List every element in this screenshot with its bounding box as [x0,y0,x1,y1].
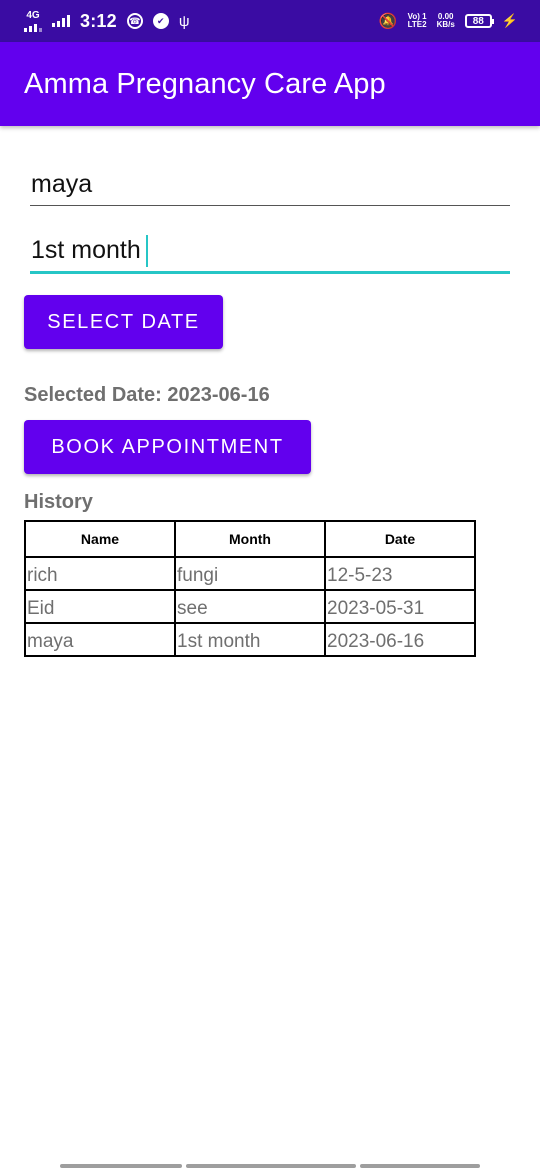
select-date-label: SELECT DATE [47,310,200,333]
select-date-button[interactable]: SELECT DATE [24,295,223,349]
table-cell-month: see [174,589,326,624]
table-row: Eid see 2023-05-31 [24,589,476,624]
column-header-date: Date [324,520,476,558]
month-input[interactable]: 1st month [30,230,510,274]
status-right: 🔕 Vo) 1 LTE2 0.00 KB/s 88 ⚡ [379,13,518,29]
signal-2-icon [52,15,70,27]
nav-segment-left[interactable] [60,1164,182,1168]
clock: 3:12 [80,10,117,31]
history-table: Name Month Date rich fungi 12-5-23 Eid s… [24,520,476,657]
mute-notifications-icon: 🔕 [378,12,398,30]
network-type: 4G [24,9,42,32]
book-appointment-button[interactable]: BOOK APPOINTMENT [24,420,311,474]
charging-bolt-icon: ⚡ [501,13,518,28]
battery-icon: 88 [464,14,494,28]
usb-icon: ψ [178,12,190,30]
nav-segment-right[interactable] [360,1164,480,1168]
status-bar: 4G 3:12 ☎ ✔ ψ 🔕 Vo) 1 LTE2 0.00 KB/s 88 … [0,0,540,42]
table-cell-name: maya [24,622,176,657]
check-circle-icon: ✔ [152,13,169,29]
book-appointment-label: BOOK APPOINTMENT [51,435,284,458]
table-row: maya 1st month 2023-06-16 [24,622,476,657]
selected-date-text: Selected Date: 2023-06-16 [24,384,270,406]
app-bar: Amma Pregnancy Care App [0,42,540,126]
signal-1-icon [24,20,42,32]
table-cell-month: fungi [174,556,326,591]
history-heading: History [24,491,93,513]
network-type-label: 4G [26,9,40,21]
name-input-value: maya [31,170,93,198]
month-input-value: 1st month [31,236,141,264]
table-cell-name: Eid [24,589,176,624]
volte-indicator: Vo) 1 LTE2 [408,13,427,29]
table-cell-name: rich [24,556,176,591]
status-left: 4G 3:12 ☎ ✔ ψ [24,9,379,32]
table-row: rich fungi 12-5-23 [24,556,476,591]
name-input[interactable]: maya [30,164,510,206]
table-cell-date: 12-5-23 [324,556,476,591]
lte-label: LTE2 [407,20,427,29]
table-cell-month: 1st month [174,622,326,657]
table-cell-date: 2023-06-16 [324,622,476,657]
network-speed: 0.00 KB/s [437,13,455,29]
whatsapp-icon: ☎ [126,13,143,29]
column-header-month: Month [174,520,326,558]
text-cursor [145,234,148,267]
nav-segment-home[interactable] [186,1164,356,1168]
speed-unit: KB/s [436,20,455,29]
app-title: Amma Pregnancy Care App [24,67,386,100]
column-header-name: Name [24,520,176,558]
battery-level: 88 [472,15,484,27]
table-header-row: Name Month Date [24,520,476,558]
table-cell-date: 2023-05-31 [324,589,476,624]
gesture-nav-bar[interactable] [60,1164,480,1168]
